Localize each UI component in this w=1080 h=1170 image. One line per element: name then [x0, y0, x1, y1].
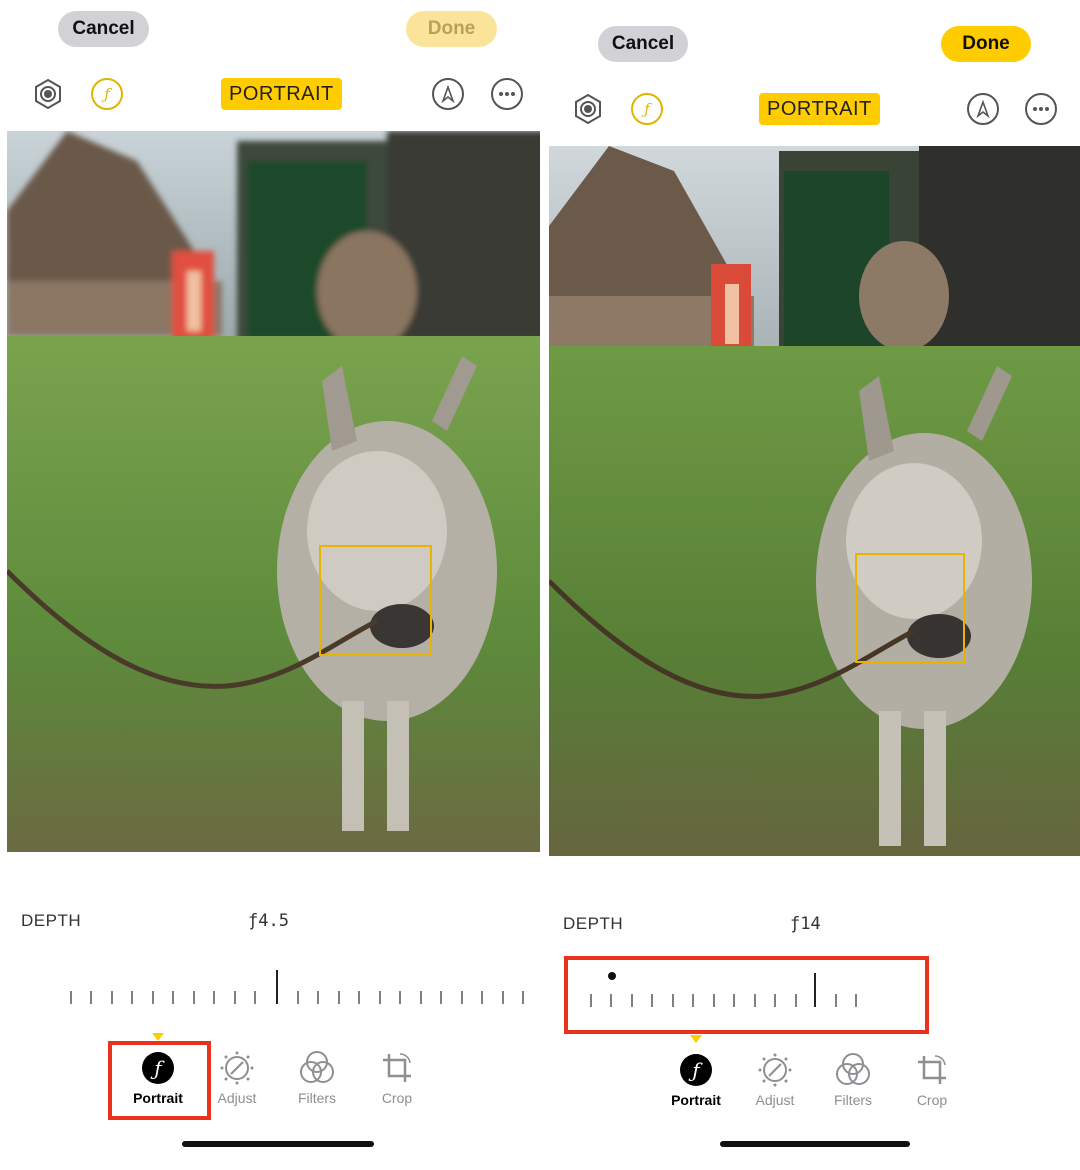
- aperture-value: ƒ4.5: [248, 911, 289, 931]
- markup-pen-icon[interactable]: [967, 93, 999, 125]
- more-options-icon[interactable]: [1025, 93, 1057, 125]
- home-indicator: [720, 1141, 910, 1147]
- tab-crop[interactable]: Crop: [357, 1050, 437, 1106]
- tab-label: Crop: [381, 1090, 413, 1106]
- cancel-button[interactable]: Cancel: [58, 11, 149, 47]
- aperture-f-icon: ƒ: [678, 1052, 714, 1088]
- done-button[interactable]: Done: [406, 11, 497, 47]
- aperture-f-icon[interactable]: ƒ: [631, 93, 663, 125]
- tab-crop[interactable]: Crop: [892, 1052, 972, 1108]
- more-options-icon[interactable]: [491, 78, 523, 110]
- selected-tab-marker: [690, 1035, 702, 1043]
- adjust-dial-icon: [219, 1050, 255, 1086]
- depth-slider[interactable]: [60, 966, 530, 1010]
- tab-label: Filters: [297, 1090, 337, 1106]
- cancel-button[interactable]: Cancel: [598, 26, 688, 62]
- live-photo-icon[interactable]: [32, 78, 64, 110]
- adjust-dial-icon: [757, 1052, 793, 1088]
- crop-rotate-icon: [914, 1052, 950, 1088]
- selected-tab-marker: [152, 1033, 164, 1041]
- highlight-box: [564, 956, 929, 1034]
- portrait-mode-badge[interactable]: PORTRAIT: [759, 93, 880, 125]
- tab-portrait[interactable]: ƒ Portrait: [656, 1052, 736, 1108]
- svg-text:ƒ: ƒ: [641, 100, 652, 118]
- live-photo-icon[interactable]: [572, 93, 604, 125]
- tab-label: Adjust: [755, 1092, 795, 1108]
- photo-preview[interactable]: [7, 131, 540, 852]
- tab-label: Filters: [833, 1092, 873, 1108]
- done-button[interactable]: Done: [941, 26, 1031, 62]
- highlight-box: [108, 1041, 211, 1120]
- left-editor-panel: Cancel Done ƒ PORTRAIT DEPTH ƒ4.5 ƒ Port…: [0, 0, 540, 1170]
- portrait-mode-badge[interactable]: PORTRAIT: [221, 78, 342, 110]
- aperture-f-icon[interactable]: ƒ: [91, 78, 123, 110]
- aperture-value: ƒ14: [790, 914, 821, 934]
- right-editor-panel: Cancel Done ƒ PORTRAIT DEPTH ƒ14 ƒ Portr…: [540, 0, 1080, 1170]
- photo-preview[interactable]: [549, 146, 1080, 856]
- tab-filters[interactable]: Filters: [813, 1052, 893, 1108]
- tab-adjust[interactable]: Adjust: [735, 1052, 815, 1108]
- depth-label: DEPTH: [563, 914, 624, 933]
- filters-circles-icon: [299, 1050, 335, 1086]
- tab-filters[interactable]: Filters: [277, 1050, 357, 1106]
- depth-label: DEPTH: [21, 911, 82, 930]
- home-indicator: [182, 1141, 374, 1147]
- filters-circles-icon: [835, 1052, 871, 1088]
- svg-text:ƒ: ƒ: [101, 85, 112, 103]
- crop-rotate-icon: [379, 1050, 415, 1086]
- markup-pen-icon[interactable]: [432, 78, 464, 110]
- tab-label: Portrait: [671, 1092, 721, 1108]
- tab-label: Crop: [916, 1092, 948, 1108]
